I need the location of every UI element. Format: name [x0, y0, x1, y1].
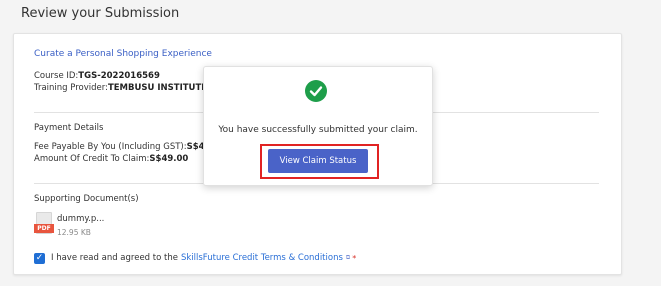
course-id-value: TGS-2022016569 [78, 71, 160, 81]
terms-conditions-link[interactable]: SkillsFuture Credit Terms & Conditions [181, 253, 343, 263]
document-file-size: 12.95 KB [57, 228, 91, 237]
supporting-documents-heading: Supporting Document(s) [34, 194, 139, 204]
pdf-file-icon: PDF [34, 212, 54, 234]
view-claim-status-button[interactable]: View Claim Status [268, 149, 368, 173]
fee-payable-label: Fee Payable By You (Including GST): [34, 142, 187, 152]
required-asterisk: * [352, 253, 357, 263]
credit-claim-label: Amount Of Credit To Claim: [34, 154, 150, 164]
terms-agreement-text: I have read and agreed to the [51, 253, 178, 263]
course-id-label: Course ID: [34, 71, 79, 81]
fee-payable-line: Fee Payable By You (Including GST):S$49.… [34, 142, 220, 152]
terms-checkbox[interactable]: ✓ [34, 252, 45, 264]
training-provider-label: Training Provider: [34, 83, 108, 93]
course-title-link[interactable]: Curate a Personal Shopping Experience [34, 49, 212, 59]
credit-claim-value: S$49.00 [149, 154, 189, 164]
training-provider-line: Training Provider:TEMBUSU INSTITUTE PTE [34, 83, 228, 93]
success-check-icon [305, 80, 327, 102]
credit-claim-line: Amount Of Credit To Claim:S$49.00 [34, 154, 188, 164]
checkmark-icon: ✓ [35, 252, 44, 263]
page-title: Review your Submission [21, 6, 180, 21]
check-icon [309, 86, 323, 97]
success-modal: You have successfully submitted your cla… [203, 66, 433, 186]
payment-details-heading: Payment Details [34, 123, 104, 133]
document-file-name[interactable]: dummy.p... [57, 214, 104, 224]
pdf-type-badge: PDF [34, 224, 54, 233]
course-id-line: Course ID:TGS-2022016569 [34, 71, 160, 81]
external-link-icon: ⧉ [345, 254, 351, 261]
terms-agreement-row: ✓ I have read and agreed to the SkillsFu… [34, 251, 356, 265]
success-message: You have successfully submitted your cla… [218, 125, 418, 135]
